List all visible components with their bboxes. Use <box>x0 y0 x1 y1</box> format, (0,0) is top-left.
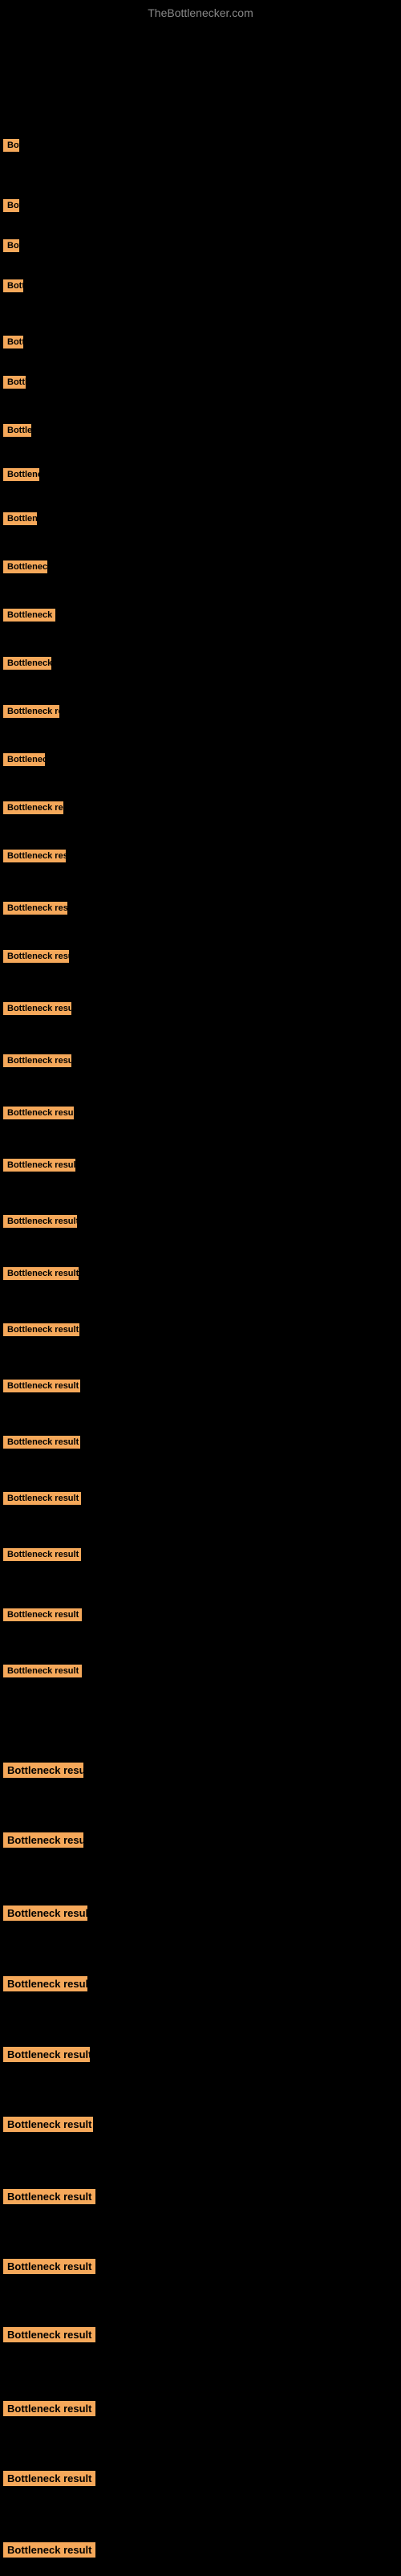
bottleneck-label: Bottleneck result <box>3 2047 90 2062</box>
bottleneck-result-row: Bottleneck result <box>3 139 19 156</box>
bottleneck-result-row: Bottleneck result <box>3 468 39 485</box>
bottleneck-result-row: Bottleneck result <box>3 2471 95 2490</box>
bottleneck-result-row: Bottleneck result <box>3 609 55 626</box>
bottleneck-label: Bottleneck result <box>3 1608 82 1621</box>
bottleneck-label: Bottleneck result <box>3 1492 81 1505</box>
bottleneck-label: Bottleneck result <box>3 1665 82 1677</box>
site-title: TheBottlenecker.com <box>0 0 401 22</box>
bottleneck-label: Bottleneck result <box>3 1159 75 1172</box>
bottleneck-label: Bottleneck result <box>3 512 37 525</box>
bottleneck-label: Bottleneck result <box>3 1002 71 1015</box>
bottleneck-result-row: Bottleneck result <box>3 753 45 770</box>
bottleneck-result-row: Bottleneck result <box>3 2117 93 2136</box>
bottleneck-label: Bottleneck result <box>3 1436 80 1449</box>
bottleneck-result-row: Bottleneck result <box>3 1054 71 1071</box>
bottleneck-result-row: Bottleneck result <box>3 1215 77 1232</box>
bottleneck-label: Bottleneck result <box>3 1832 83 1848</box>
bottleneck-label: Bottleneck result <box>3 1323 79 1336</box>
bottleneck-result-row: Bottleneck result <box>3 376 26 393</box>
bottleneck-label: Bottleneck result <box>3 199 19 212</box>
bottleneck-result-row: Bottleneck result <box>3 336 23 353</box>
bottleneck-label: Bottleneck result <box>3 2471 95 2486</box>
bottleneck-result-row: Bottleneck result <box>3 1380 80 1396</box>
bottleneck-result-row: Bottleneck result <box>3 2401 95 2420</box>
bottleneck-result-row: Bottleneck result <box>3 705 59 722</box>
bottleneck-result-row: Bottleneck result <box>3 199 19 216</box>
bottleneck-label: Bottleneck result <box>3 424 31 437</box>
bottleneck-label: Bottleneck result <box>3 1906 87 1921</box>
bottleneck-label: Bottleneck result <box>3 2542 95 2558</box>
bottleneck-label: Bottleneck result <box>3 2189 95 2204</box>
bottleneck-label: Bottleneck result <box>3 1107 74 1119</box>
bottleneck-result-row: Bottleneck result <box>3 801 63 818</box>
bottleneck-label: Bottleneck result <box>3 950 69 963</box>
bottleneck-result-row: Bottleneck result <box>3 1323 79 1340</box>
bottleneck-result-row: Bottleneck result <box>3 1665 82 1681</box>
bottleneck-label: Bottleneck result <box>3 279 23 292</box>
bottleneck-label: Bottleneck result <box>3 239 19 252</box>
bottleneck-result-row: Bottleneck result <box>3 2189 95 2208</box>
bottleneck-result-row: Bottleneck result <box>3 950 69 967</box>
bottleneck-result-row: Bottleneck result <box>3 1436 80 1453</box>
bottleneck-label: Bottleneck result <box>3 801 63 814</box>
bottleneck-result-row: Bottleneck result <box>3 2259 95 2278</box>
bottleneck-label: Bottleneck result <box>3 850 66 862</box>
bottleneck-label: Bottleneck result <box>3 1380 80 1392</box>
bottleneck-result-row: Bottleneck result <box>3 512 37 529</box>
bottleneck-result-row: Bottleneck result <box>3 1492 81 1509</box>
bottleneck-result-row: Bottleneck result <box>3 1002 71 1019</box>
bottleneck-label: Bottleneck result <box>3 1267 79 1280</box>
bottleneck-result-row: Bottleneck result <box>3 2327 95 2346</box>
bottleneck-result-row: Bottleneck result <box>3 560 47 577</box>
bottleneck-result-row: Bottleneck result <box>3 657 51 674</box>
bottleneck-label: Bottleneck result <box>3 657 51 670</box>
bottleneck-result-row: Bottleneck result <box>3 2047 90 2066</box>
bottleneck-result-row: Bottleneck result <box>3 1608 82 1625</box>
bottleneck-result-row: Bottleneck result <box>3 1976 87 1995</box>
bottleneck-label: Bottleneck result <box>3 1548 81 1561</box>
bottleneck-result-row: Bottleneck result <box>3 1107 74 1123</box>
bottleneck-label: Bottleneck result <box>3 705 59 718</box>
bottleneck-label: Bottleneck result <box>3 1763 83 1778</box>
bottleneck-result-row: Bottleneck result <box>3 1267 79 1284</box>
bottleneck-result-row: Bottleneck result <box>3 424 31 441</box>
bottleneck-label: Bottleneck result <box>3 902 67 915</box>
bottleneck-label: Bottleneck result <box>3 560 47 573</box>
bottleneck-result-row: Bottleneck result <box>3 1159 75 1176</box>
bottleneck-result-row: Bottleneck result <box>3 1832 83 1852</box>
bottleneck-result-row: Bottleneck result <box>3 2542 95 2562</box>
bottleneck-result-row: Bottleneck result <box>3 850 66 866</box>
bottleneck-label: Bottleneck result <box>3 1215 77 1228</box>
bottleneck-label: Bottleneck result <box>3 2401 95 2416</box>
bottleneck-result-row: Bottleneck result <box>3 1548 81 1565</box>
bottleneck-label: Bottleneck result <box>3 2259 95 2274</box>
bottleneck-result-row: Bottleneck result <box>3 1906 87 1925</box>
bottleneck-label: Bottleneck result <box>3 753 45 766</box>
bottleneck-label: Bottleneck result <box>3 139 19 152</box>
bottleneck-label: Bottleneck result <box>3 336 23 348</box>
bottleneck-label: Bottleneck result <box>3 2327 95 2342</box>
bottleneck-result-row: Bottleneck result <box>3 279 23 296</box>
bottleneck-label: Bottleneck result <box>3 609 55 622</box>
bottleneck-result-row: Bottleneck result <box>3 1763 83 1782</box>
bottleneck-label: Bottleneck result <box>3 1976 87 1991</box>
bottleneck-result-row: Bottleneck result <box>3 902 67 919</box>
bottleneck-label: Bottleneck result <box>3 1054 71 1067</box>
bottleneck-label: Bottleneck result <box>3 376 26 389</box>
bottleneck-label: Bottleneck result <box>3 2117 93 2132</box>
bottleneck-result-row: Bottleneck result <box>3 239 19 256</box>
bottleneck-label: Bottleneck result <box>3 468 39 481</box>
